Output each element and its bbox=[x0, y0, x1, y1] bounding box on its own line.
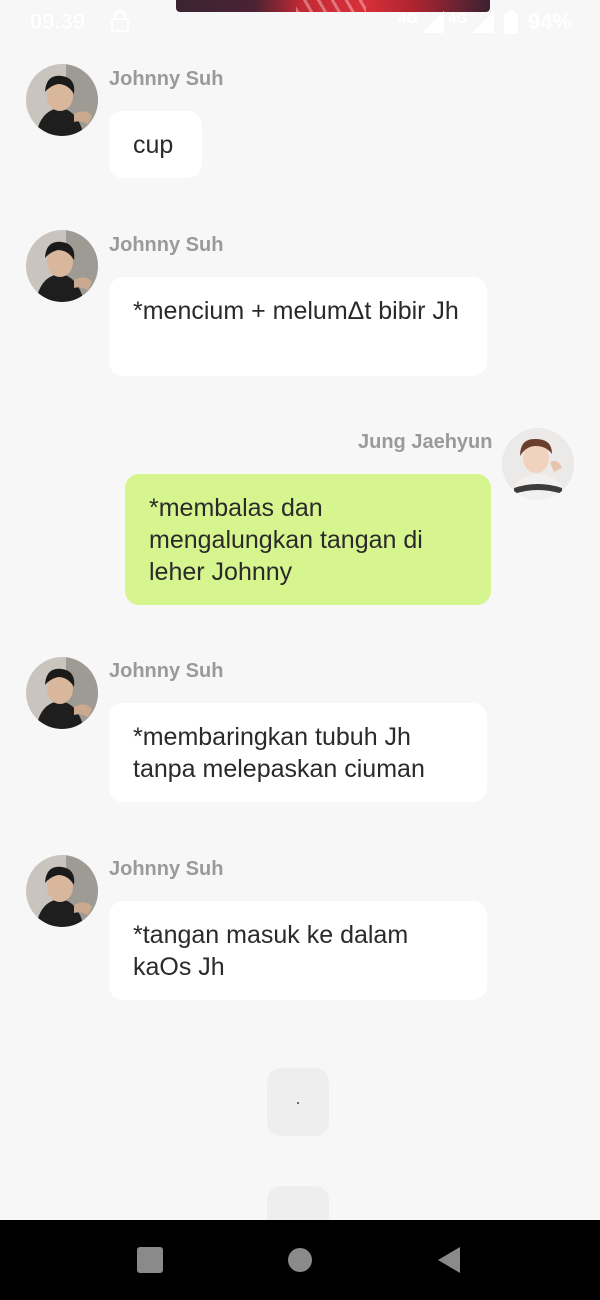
sender-name: Jung Jaehyun bbox=[358, 431, 493, 453]
battery-level: 94% bbox=[527, 9, 572, 34]
chat-screen: 09.39 4G 4G 94% Johnny Suh cup Johnny Su… bbox=[0, 0, 600, 1300]
signal-icon bbox=[421, 11, 444, 33]
message-bubble[interactable]: *tangan masuk ke dalam kaOs Jh bbox=[109, 901, 487, 1000]
avatar-jaehyun-image bbox=[502, 428, 574, 500]
message-bubble[interactable]: *membaringkan tubuh Jh tanpa melepaskan … bbox=[109, 703, 487, 802]
recent-apps-icon[interactable] bbox=[134, 1244, 166, 1276]
sender-name: Johnny Suh bbox=[109, 858, 224, 880]
back-icon[interactable] bbox=[434, 1244, 466, 1276]
message-text: *membaringkan tubuh Jh tanpa melepaskan … bbox=[133, 723, 425, 783]
message-text: cup bbox=[133, 131, 174, 159]
avatar-jaehyun[interactable] bbox=[502, 428, 574, 500]
sender-name: Johnny Suh bbox=[109, 234, 224, 256]
avatar-johnny-image bbox=[26, 855, 98, 927]
network-label-2: 4G bbox=[447, 9, 468, 27]
status-bar: 09.39 4G 4G 94% bbox=[0, 0, 600, 44]
battery-icon bbox=[503, 10, 518, 34]
avatar-johnny[interactable] bbox=[26, 230, 98, 302]
status-time: 09.39 bbox=[30, 9, 86, 34]
avatar-johnny[interactable] bbox=[26, 855, 98, 927]
avatar-johnny[interactable] bbox=[26, 64, 98, 136]
signal-icon bbox=[471, 11, 494, 33]
lock-icon bbox=[111, 10, 129, 32]
navigation-bar bbox=[0, 1220, 600, 1300]
message-text: *membalas dan mengalungkan tangan di leh… bbox=[149, 494, 423, 586]
avatar-johnny-image bbox=[26, 230, 98, 302]
message-bubble-self[interactable]: *membalas dan mengalungkan tangan di leh… bbox=[125, 474, 491, 605]
home-icon[interactable] bbox=[284, 1244, 316, 1276]
typing-indicator-bubble: . bbox=[267, 1068, 329, 1136]
typing-indicator-text: . bbox=[295, 1088, 301, 1108]
message-text: *tangan masuk ke dalam kaOs Jh bbox=[133, 921, 409, 981]
network-label-1: 4G bbox=[397, 9, 418, 27]
sender-name: Johnny Suh bbox=[109, 660, 224, 682]
message-bubble[interactable]: cup bbox=[109, 111, 202, 178]
message-bubble[interactable]: *mencium + melumΔt bibir Jh bbox=[109, 277, 487, 376]
status-icons: 4G 4G 94% bbox=[398, 9, 572, 35]
message-text: *mencium + melumΔt bibir Jh bbox=[133, 297, 459, 325]
sender-name: Johnny Suh bbox=[109, 68, 224, 90]
avatar-johnny-image bbox=[26, 657, 98, 729]
avatar-johnny-image bbox=[26, 64, 98, 136]
avatar-johnny[interactable] bbox=[26, 657, 98, 729]
message-list[interactable]: Johnny Suh cup Johnny Suh *mencium + mel… bbox=[0, 0, 600, 1254]
